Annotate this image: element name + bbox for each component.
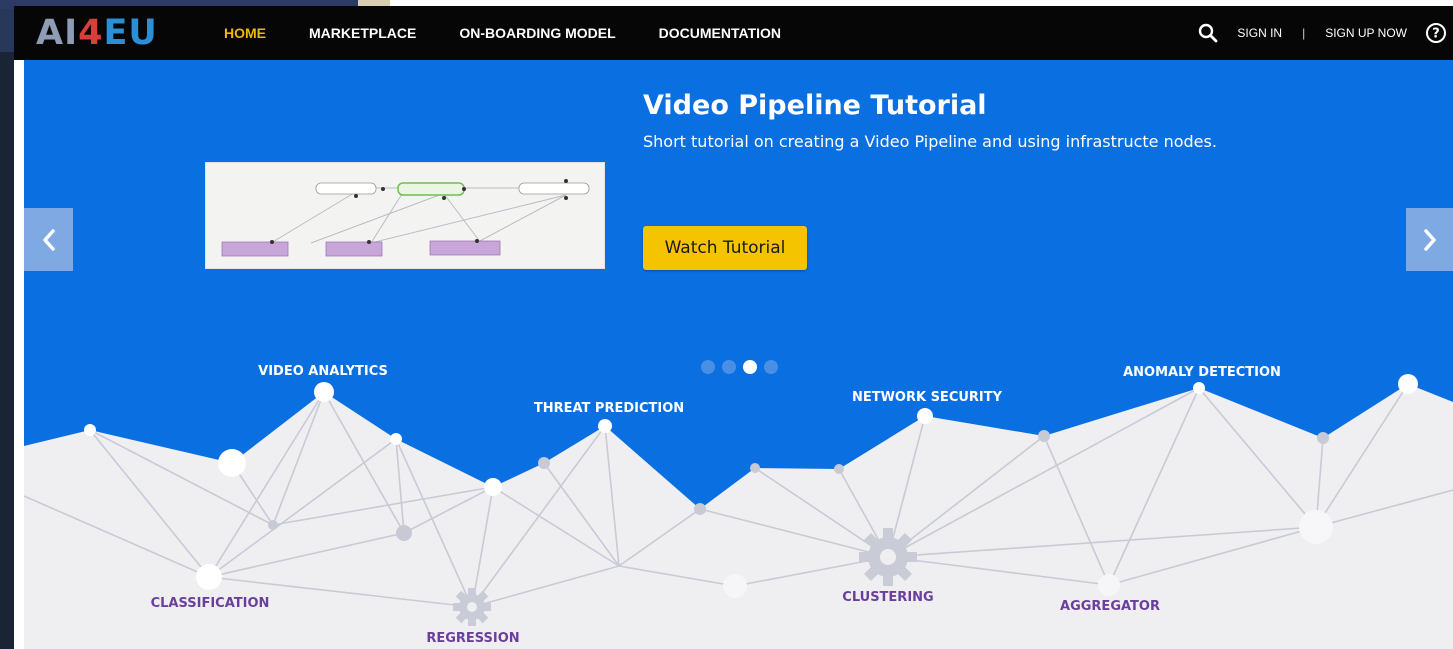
logo-part-ai: AI: [36, 13, 79, 53]
category-video-analytics: VIDEO ANALYTICS: [258, 364, 388, 379]
carousel-dot-2[interactable]: [722, 360, 736, 374]
slide-subtitle: Short tutorial on creating a Video Pipel…: [643, 132, 1217, 151]
carousel-dot-1[interactable]: [701, 360, 715, 374]
carousel-prev-button[interactable]: [24, 208, 73, 271]
category-clustering: CLUSTERING: [842, 590, 934, 605]
help-icon[interactable]: ?: [1425, 22, 1447, 44]
nav-account-area: SIGN IN | SIGN UP NOW ?: [1197, 6, 1453, 60]
category-threat-prediction: THREAT PREDICTION: [533, 401, 685, 416]
hero-carousel: Video Pipeline Tutorial Short tutorial o…: [24, 60, 1453, 649]
logo-part-4: 4: [78, 13, 104, 53]
gear-icon: [859, 528, 917, 586]
ai4eu-logo[interactable]: AI 4 EU: [36, 13, 158, 53]
nav-documentation[interactable]: DOCUMENTATION: [659, 25, 781, 41]
nav-marketplace[interactable]: MARKETPLACE: [309, 25, 416, 41]
chevron-left-icon: [42, 228, 55, 251]
top-navbar: AI 4 EU HOME MARKETPLACE ON-BOARDING MODEL…: [14, 6, 1453, 60]
nav-separator: |: [1302, 26, 1306, 40]
tutorial-thumbnail[interactable]: [205, 162, 605, 269]
sign-up-link[interactable]: SIGN UP NOW: [1325, 26, 1407, 40]
carousel-next-button[interactable]: [1406, 208, 1453, 271]
sign-in-link[interactable]: SIGN IN: [1237, 26, 1282, 40]
carousel-dot-3[interactable]: [743, 360, 757, 374]
search-icon[interactable]: [1197, 22, 1219, 44]
category-classification: CLASSIFICATION: [150, 596, 270, 611]
background-window-dark: [0, 0, 14, 649]
category-regression: REGRESSION: [426, 631, 520, 646]
nav-onboarding-model[interactable]: ON-BOARDING MODEL: [459, 25, 615, 41]
carousel-indicators: [701, 360, 778, 374]
background-window-edge: [0, 0, 24, 649]
carousel-dot-4[interactable]: [764, 360, 778, 374]
watch-tutorial-button[interactable]: Watch Tutorial: [643, 226, 807, 270]
category-aggregator: AGGREGATOR: [1060, 599, 1160, 614]
logo-part-eu: EU: [103, 13, 158, 53]
main-nav: HOME MARKETPLACE ON-BOARDING MODEL DOCUM…: [224, 6, 824, 60]
category-network-security: NETWORK SECURITY: [851, 390, 1003, 405]
slide-title: Video Pipeline Tutorial: [643, 90, 987, 121]
chevron-right-icon: [1423, 228, 1436, 251]
nav-home[interactable]: HOME: [224, 25, 266, 41]
svg-text:?: ?: [1432, 27, 1440, 42]
category-anomaly-detection: ANOMALY DETECTION: [1123, 365, 1281, 380]
gear-icon: [453, 588, 491, 626]
